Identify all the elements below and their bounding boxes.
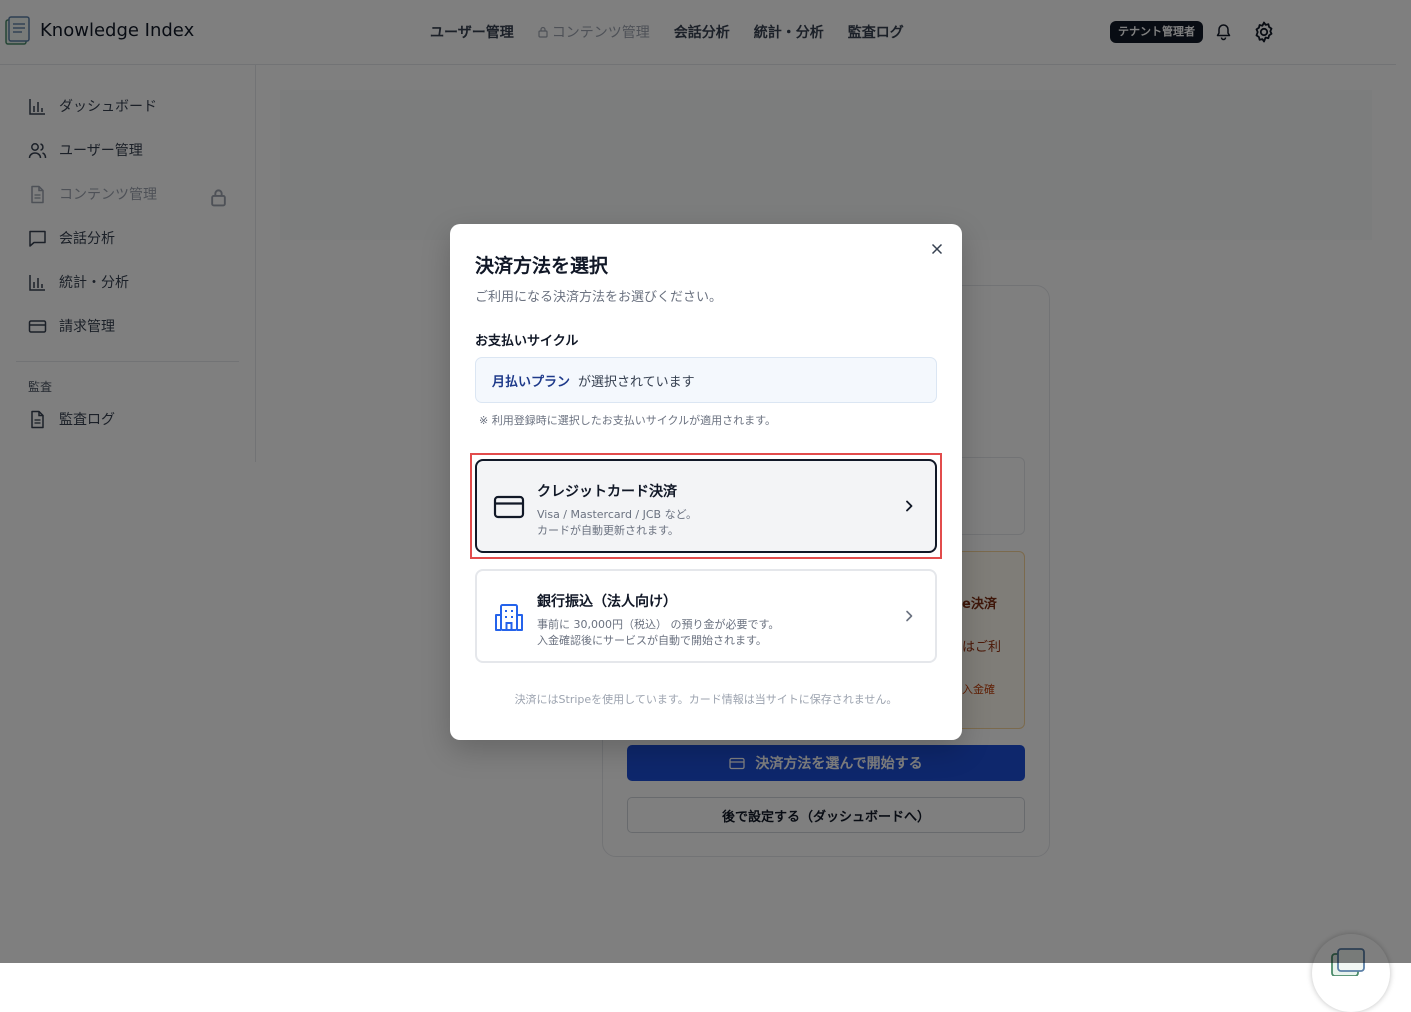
chevron-right-icon [906,610,913,622]
credit-card-icon [493,495,525,519]
close-icon[interactable] [929,241,945,257]
option-title: 銀行振込（法人向け） [537,594,677,610]
dialog-footer-note: 決済にはStripeを使用しています。カード情報は当サイトに保存されません。 [514,693,898,706]
dialog-title: 決済方法を選択 [475,255,609,277]
payment-cycle-plan: 月払いプラン [492,374,571,390]
option-description: 事前に 30,000円（税込） の預り金が必要です。 [537,618,780,631]
option-title: クレジットカード決済 [537,484,677,500]
bank-transfer-option[interactable]: 銀行振込（法人向け） 事前に 30,000円（税込） の預り金が必要です。 入金… [475,569,937,663]
payment-method-dialog: 決済方法を選択 ご利用になる決済方法をお選びください。 お支払いサイクル 月払い… [450,224,962,740]
option-description: カードが自動更新されます。 [537,524,679,537]
option-description: Visa / Mastercard / JCB など。 [537,508,698,521]
payment-cycle-box: 月払いプラン が選択されています [475,357,937,403]
payment-cycle-suffix: が選択されています [578,374,695,390]
dialog-subtitle: ご利用になる決済方法をお選びください。 [475,290,723,305]
payment-cycle-label: お支払いサイクル [475,334,579,349]
building-icon [495,604,523,631]
payment-cycle-note: ※ 利用登録時に選択したお支払いサイクルが適用されます。 [479,414,777,427]
credit-card-option[interactable]: クレジットカード決済 Visa / Mastercard / JCB など。 カ… [475,459,937,553]
option-description: 入金確認後にサービスが自動で開始されます。 [537,634,767,647]
chevron-right-icon [906,500,913,512]
